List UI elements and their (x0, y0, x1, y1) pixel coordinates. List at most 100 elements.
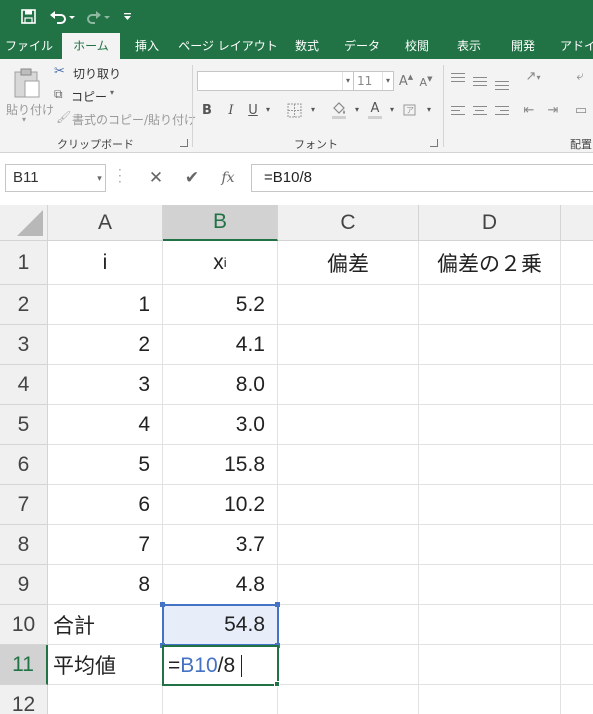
reference-handle[interactable] (275, 602, 280, 607)
cell-d2[interactable] (419, 285, 561, 325)
borders-dropdown-icon[interactable]: ▾ (308, 105, 318, 114)
cell-c6[interactable] (278, 445, 419, 485)
shrink-font-button[interactable]: A▼ (418, 75, 434, 89)
align-right-icon[interactable] (495, 106, 509, 118)
cell-a8[interactable]: 7 (48, 525, 163, 565)
align-top-icon[interactable] (451, 73, 465, 85)
cell-c10[interactable] (278, 605, 419, 645)
cell-a12[interactable] (48, 685, 163, 714)
column-header-e[interactable] (561, 205, 593, 241)
customize-qat-icon[interactable] (120, 0, 134, 33)
orientation-button[interactable]: ↗▾ (523, 69, 543, 84)
cell-b2[interactable]: 5.2 (163, 285, 278, 325)
fill-color-dropdown-icon[interactable]: ▾ (352, 105, 362, 114)
cell-c5[interactable] (278, 405, 419, 445)
formula-bar-splitter[interactable]: · · · (118, 164, 122, 188)
cell-d3[interactable] (419, 325, 561, 365)
tab-review[interactable]: 校閲 (396, 33, 438, 59)
cell-e1[interactable] (561, 241, 593, 285)
enter-icon[interactable]: ✔ (179, 164, 205, 192)
decrease-indent-icon[interactable]: ⇤ (520, 103, 538, 118)
cell-b8[interactable]: 3.7 (163, 525, 278, 565)
cell-d1[interactable]: 偏差の２乗 (419, 241, 561, 285)
format-painter-button[interactable]: 🖌 書式のコピー/貼り付け (54, 110, 196, 128)
row-header-8[interactable]: 8 (0, 525, 48, 565)
cell-b5[interactable]: 3.0 (163, 405, 278, 445)
cell-d8[interactable] (419, 525, 561, 565)
tab-formulas[interactable]: 数式 (286, 33, 328, 59)
cell-c9[interactable] (278, 565, 419, 605)
cell-d10[interactable] (419, 605, 561, 645)
cell-b6[interactable]: 15.8 (163, 445, 278, 485)
font-launcher-icon[interactable] (430, 139, 438, 147)
cell-a9[interactable]: 8 (48, 565, 163, 605)
cell-c12[interactable] (278, 685, 419, 714)
italic-button[interactable]: I (224, 103, 238, 118)
cell-d6[interactable] (419, 445, 561, 485)
cell-e2[interactable] (561, 285, 593, 325)
font-name-box[interactable]: ▾ (197, 71, 354, 91)
row-header-9[interactable]: 9 (0, 565, 48, 605)
font-size-box[interactable]: 11 ▾ (353, 71, 394, 91)
bold-button[interactable]: B (200, 103, 214, 118)
grow-font-button[interactable]: A▲ (398, 73, 414, 89)
row-header-2[interactable]: 2 (0, 285, 48, 325)
name-box[interactable]: B11 ▾ (5, 164, 106, 192)
column-header-a[interactable]: A (48, 205, 163, 241)
insert-function-icon[interactable]: fx (215, 164, 241, 192)
cell-e8[interactable] (561, 525, 593, 565)
cell-c1[interactable]: 偏差 (278, 241, 419, 285)
underline-dropdown-icon[interactable]: ▾ (263, 105, 273, 114)
cell-e9[interactable] (561, 565, 593, 605)
cell-d12[interactable] (419, 685, 561, 714)
tab-data[interactable]: データ (336, 33, 388, 59)
cell-c8[interactable] (278, 525, 419, 565)
cell-b10[interactable]: 54.8 (163, 605, 278, 645)
cancel-icon[interactable]: ✕ (143, 164, 169, 192)
cell-d4[interactable] (419, 365, 561, 405)
copy-button[interactable]: ⧉ コピー ▾ (54, 87, 134, 105)
row-header-1[interactable]: 1 (0, 241, 48, 285)
row-header-11[interactable]: 11 (0, 645, 48, 685)
column-header-d[interactable]: D (419, 205, 561, 241)
cell-e3[interactable] (561, 325, 593, 365)
column-header-c[interactable]: C (278, 205, 419, 241)
cell-a7[interactable]: 6 (48, 485, 163, 525)
cell-b7[interactable]: 10.2 (163, 485, 278, 525)
cell-c4[interactable] (278, 365, 419, 405)
cell-a1[interactable]: i (48, 241, 163, 285)
cell-e12[interactable] (561, 685, 593, 714)
cell-c7[interactable] (278, 485, 419, 525)
redo-icon[interactable] (84, 0, 112, 33)
row-header-10[interactable]: 10 (0, 605, 48, 645)
cell-d9[interactable] (419, 565, 561, 605)
row-header-6[interactable]: 6 (0, 445, 48, 485)
row-header-5[interactable]: 5 (0, 405, 48, 445)
align-center-icon[interactable] (473, 106, 487, 118)
cell-e11[interactable] (561, 645, 593, 685)
tab-page-layout[interactable]: ページ レイアウト (178, 33, 278, 59)
borders-button[interactable] (285, 103, 303, 122)
font-color-dropdown-icon[interactable]: ▾ (387, 105, 397, 114)
tab-addins[interactable]: アドイ (556, 33, 593, 59)
cell-a4[interactable]: 3 (48, 365, 163, 405)
cell-e4[interactable] (561, 365, 593, 405)
cell-a10[interactable]: 合計 (48, 605, 163, 645)
row-header-7[interactable]: 7 (0, 485, 48, 525)
font-name-dropdown-icon[interactable]: ▾ (342, 72, 353, 90)
cell-c11[interactable] (278, 645, 419, 685)
row-header-3[interactable]: 3 (0, 325, 48, 365)
cell-e5[interactable] (561, 405, 593, 445)
cell-e10[interactable] (561, 605, 593, 645)
phonetic-dropdown-icon[interactable]: ▾ (424, 105, 434, 114)
reference-handle[interactable] (160, 602, 165, 607)
save-icon[interactable] (16, 0, 40, 33)
cell-b4[interactable]: 8.0 (163, 365, 278, 405)
tab-file[interactable]: ファイル (0, 33, 58, 59)
cell-a11[interactable]: 平均値 (48, 645, 163, 685)
tab-home[interactable]: ホーム (62, 33, 120, 59)
cell-e6[interactable] (561, 445, 593, 485)
cell-b3[interactable]: 4.1 (163, 325, 278, 365)
align-left-icon[interactable] (451, 106, 465, 118)
cell-d5[interactable] (419, 405, 561, 445)
